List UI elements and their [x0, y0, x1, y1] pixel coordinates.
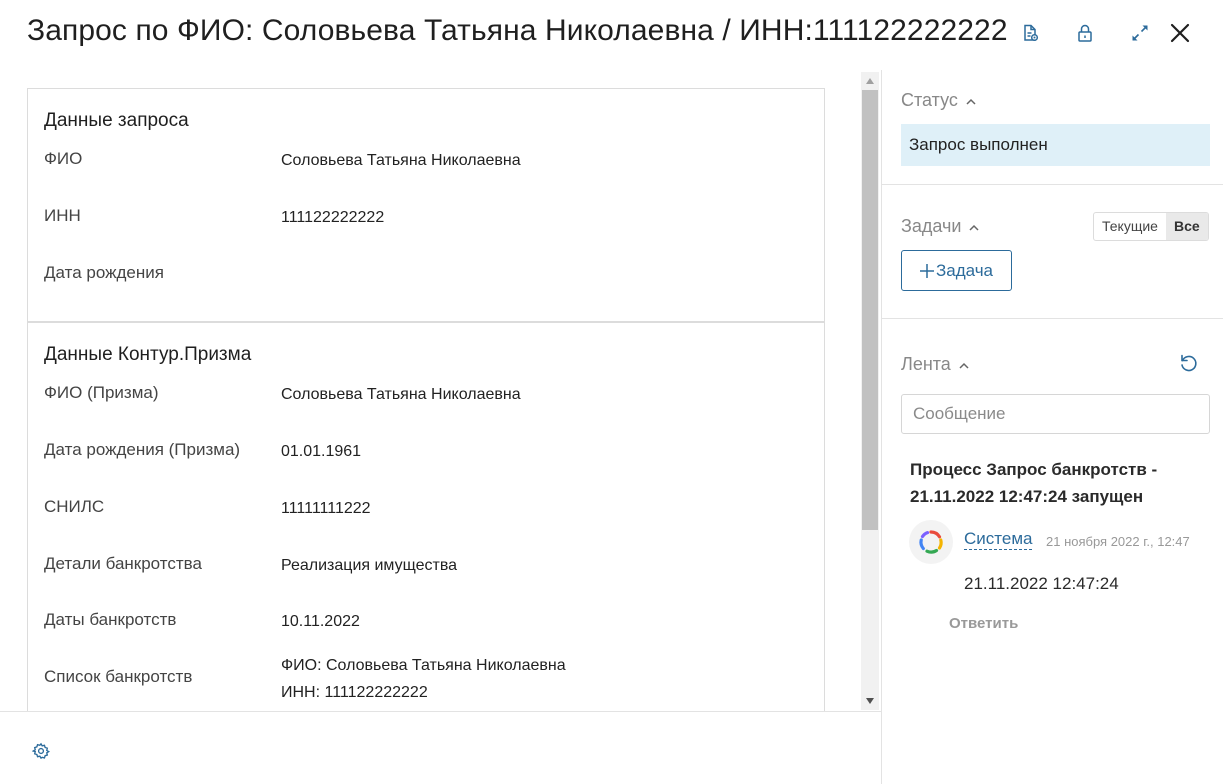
tasks-section-header[interactable]: Задачи: [901, 216, 979, 237]
scroll-up-arrow-icon[interactable]: [861, 72, 879, 90]
toggle-current[interactable]: Текущие: [1094, 213, 1166, 240]
field-label: Даты банкротств: [44, 610, 177, 629]
status-badge: Запрос выполнен: [901, 124, 1210, 166]
close-icon[interactable]: [1167, 20, 1193, 46]
vertical-scrollbar[interactable]: [861, 72, 879, 710]
scrollbar-thumb[interactable]: [862, 90, 878, 530]
message-input[interactable]: [901, 394, 1210, 434]
prizma-data-title: Данные Контур.Призма: [44, 344, 252, 365]
scroll-down-arrow-icon[interactable]: [861, 692, 879, 710]
feed-section-header[interactable]: Лента: [901, 354, 969, 375]
add-task-label: Задача: [935, 260, 994, 280]
request-details-panel: Данные запроса ФИО Соловьева Татьяна Ник…: [0, 70, 881, 712]
add-task-button[interactable]: Задача: [901, 250, 1012, 291]
plus-icon: [919, 263, 934, 278]
lock-icon[interactable]: [1072, 20, 1098, 46]
field-value-line1: ФИО: Соловьева Татьяна Николаевна: [281, 657, 566, 674]
field-value: Реализация имущества: [281, 557, 458, 574]
field-value-line2: ИНН: 111122222222: [281, 684, 428, 701]
tasks-filter-toggle: Текущие Все: [1093, 212, 1209, 241]
field-label: СНИЛС: [44, 497, 105, 516]
right-sidebar: Статус Запрос выполнен Задачи Текущие Вс…: [881, 70, 1223, 784]
refresh-icon[interactable]: [1178, 352, 1200, 374]
prizma-data-card: Данные Контур.Призма ФИО (Призма) Соловь…: [27, 322, 825, 712]
field-value: 111122222222: [281, 209, 385, 226]
field-value: Соловьева Татьяна Николаевна: [281, 386, 521, 403]
page-title: Запрос по ФИО: Соловьева Татьяна Николае…: [27, 14, 1008, 47]
toggle-all[interactable]: Все: [1165, 213, 1208, 240]
field-label: ИНН: [44, 206, 81, 225]
feed-message-text: 21.11.2022 12:47:24: [964, 574, 1119, 593]
avatar: [909, 520, 953, 564]
field-label: Список банкротств: [44, 667, 193, 686]
field-value: 10.11.2022: [281, 613, 360, 630]
chevron-up-icon: [959, 358, 969, 372]
field-label: Дата рождения: [44, 263, 164, 282]
feed-title: Лента: [901, 354, 951, 374]
divider: [882, 318, 1223, 319]
status-section-header[interactable]: Статус: [901, 90, 976, 111]
field-value: 01.01.1961: [281, 443, 362, 460]
feed-timestamp: 21 ноября 2022 г., 12:47: [1046, 534, 1190, 549]
reply-link[interactable]: Ответить: [949, 615, 1018, 632]
gear-icon[interactable]: [31, 742, 51, 760]
modal-footer: [0, 711, 882, 784]
field-value: Соловьева Татьяна Николаевна: [281, 152, 521, 169]
tasks-title: Задачи: [901, 216, 962, 236]
field-label: Дата рождения (Призма): [44, 440, 241, 459]
modal-header: Запрос по ФИО: Соловьева Татьяна Николае…: [0, 0, 1223, 70]
status-title: Статус: [901, 90, 958, 110]
expand-icon[interactable]: [1127, 20, 1153, 46]
chevron-up-icon: [969, 220, 979, 234]
feed-entry-title: Процесс Запрос банкротств - 21.11.2022 1…: [910, 460, 1158, 506]
request-data-card: Данные запроса ФИО Соловьева Татьяна Ник…: [27, 88, 825, 322]
field-label: ФИО: [44, 149, 83, 168]
feed-author-link[interactable]: Система: [964, 529, 1033, 550]
request-data-title: Данные запроса: [44, 110, 189, 131]
divider: [882, 184, 1223, 185]
chevron-up-icon: [966, 94, 976, 108]
document-icon[interactable]: [1017, 20, 1043, 46]
field-label: ФИО (Призма): [44, 383, 159, 402]
field-value: 11111111222: [281, 500, 371, 517]
field-label: Детали банкротства: [44, 554, 202, 573]
